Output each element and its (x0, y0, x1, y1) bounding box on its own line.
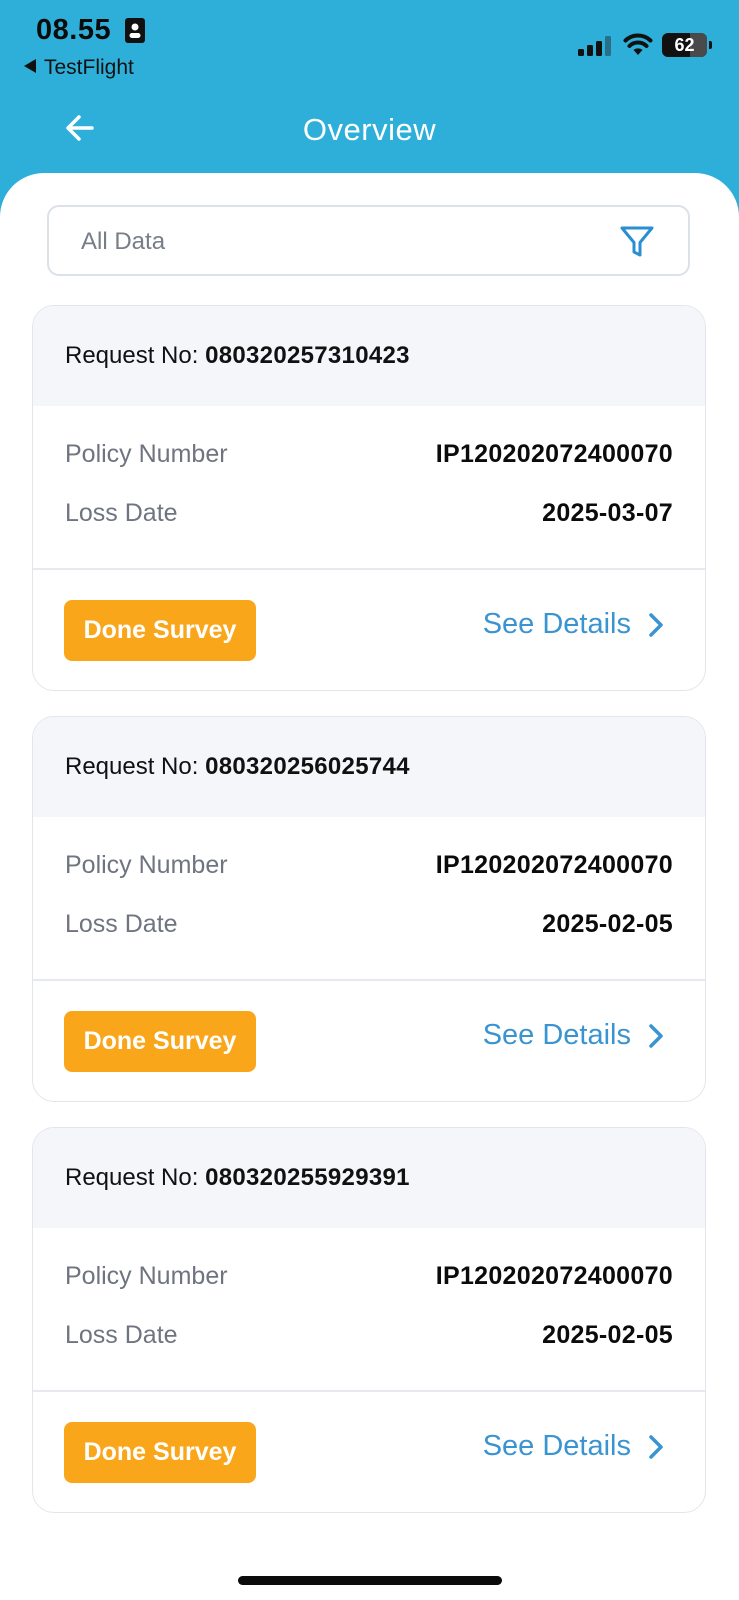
divider (33, 1390, 705, 1392)
see-details-label: See Details (482, 1019, 631, 1051)
request-card[interactable]: Request No: 080320257310423 Policy Numbe… (32, 305, 706, 691)
chevron-right-icon (649, 612, 663, 637)
loss-date-label: Loss Date (65, 499, 178, 527)
request-number-label: Request No: (65, 1164, 199, 1191)
wifi-icon (623, 33, 653, 55)
see-details-link[interactable]: See Details (483, 1430, 667, 1470)
policy-number-value: IP120202072400070 (435, 851, 673, 879)
see-details-label: See Details (482, 1430, 631, 1462)
status-badge: Done Survey (64, 1422, 256, 1483)
card-header: Request No: 080320255929391 (33, 1128, 705, 1228)
policy-number-label: Policy Number (65, 1262, 228, 1290)
filter-label: All Data (81, 228, 166, 255)
request-number: Request No: 080320257310423 (65, 342, 410, 370)
policy-number-value: IP120202072400070 (435, 440, 673, 468)
divider (33, 979, 705, 981)
page-title: Overview (302, 112, 437, 147)
chevron-right-icon (649, 1434, 663, 1459)
divider (33, 568, 705, 570)
request-number-value: 080320255929391 (205, 1164, 410, 1191)
status-time: 08.55 (36, 14, 112, 46)
request-number-value: 080320256025744 (205, 753, 410, 780)
request-card[interactable]: Request No: 080320255929391 Policy Numbe… (32, 1127, 706, 1513)
battery-icon: 62 (662, 33, 712, 57)
policy-number-value: IP120202072400070 (435, 1262, 673, 1290)
back-triangle-icon (24, 59, 36, 73)
request-card[interactable]: Request No: 080320256025744 Policy Numbe… (32, 716, 706, 1102)
request-number: Request No: 080320255929391 (65, 1164, 410, 1192)
request-number-value: 080320257310423 (205, 342, 410, 369)
loss-date-value: 2025-03-07 (542, 499, 673, 527)
card-header: Request No: 080320256025744 (33, 717, 705, 817)
back-app-label: TestFlight (44, 56, 134, 79)
status-badge: Done Survey (64, 600, 256, 661)
status-bar: 08.55 TestFlight 62 (0, 0, 739, 90)
chevron-right-icon (649, 1023, 663, 1048)
loss-date-value: 2025-02-05 (542, 1321, 673, 1349)
see-details-link[interactable]: See Details (483, 1019, 667, 1059)
request-number: Request No: 080320256025744 (65, 753, 410, 781)
filter-dropdown[interactable]: All Data (47, 205, 690, 276)
status-badge: Done Survey (64, 1011, 256, 1072)
policy-number-label: Policy Number (65, 440, 228, 468)
policy-number-label: Policy Number (65, 851, 228, 879)
app-bar: Overview (0, 90, 739, 175)
filter-icon[interactable] (619, 224, 655, 260)
loss-date-value: 2025-02-05 (542, 910, 673, 938)
request-number-label: Request No: (65, 753, 199, 780)
card-header: Request No: 080320257310423 (33, 306, 705, 406)
see-details-link[interactable]: See Details (483, 608, 667, 648)
back-to-testflight[interactable]: TestFlight (24, 56, 134, 80)
request-number-label: Request No: (65, 342, 199, 369)
loss-date-label: Loss Date (65, 910, 178, 938)
loss-date-label: Loss Date (65, 1321, 178, 1349)
home-indicator[interactable] (238, 1576, 502, 1585)
see-details-label: See Details (482, 608, 631, 640)
id-card-icon (125, 18, 145, 43)
signal-icon (578, 36, 611, 56)
battery-level: 62 (674, 35, 695, 55)
